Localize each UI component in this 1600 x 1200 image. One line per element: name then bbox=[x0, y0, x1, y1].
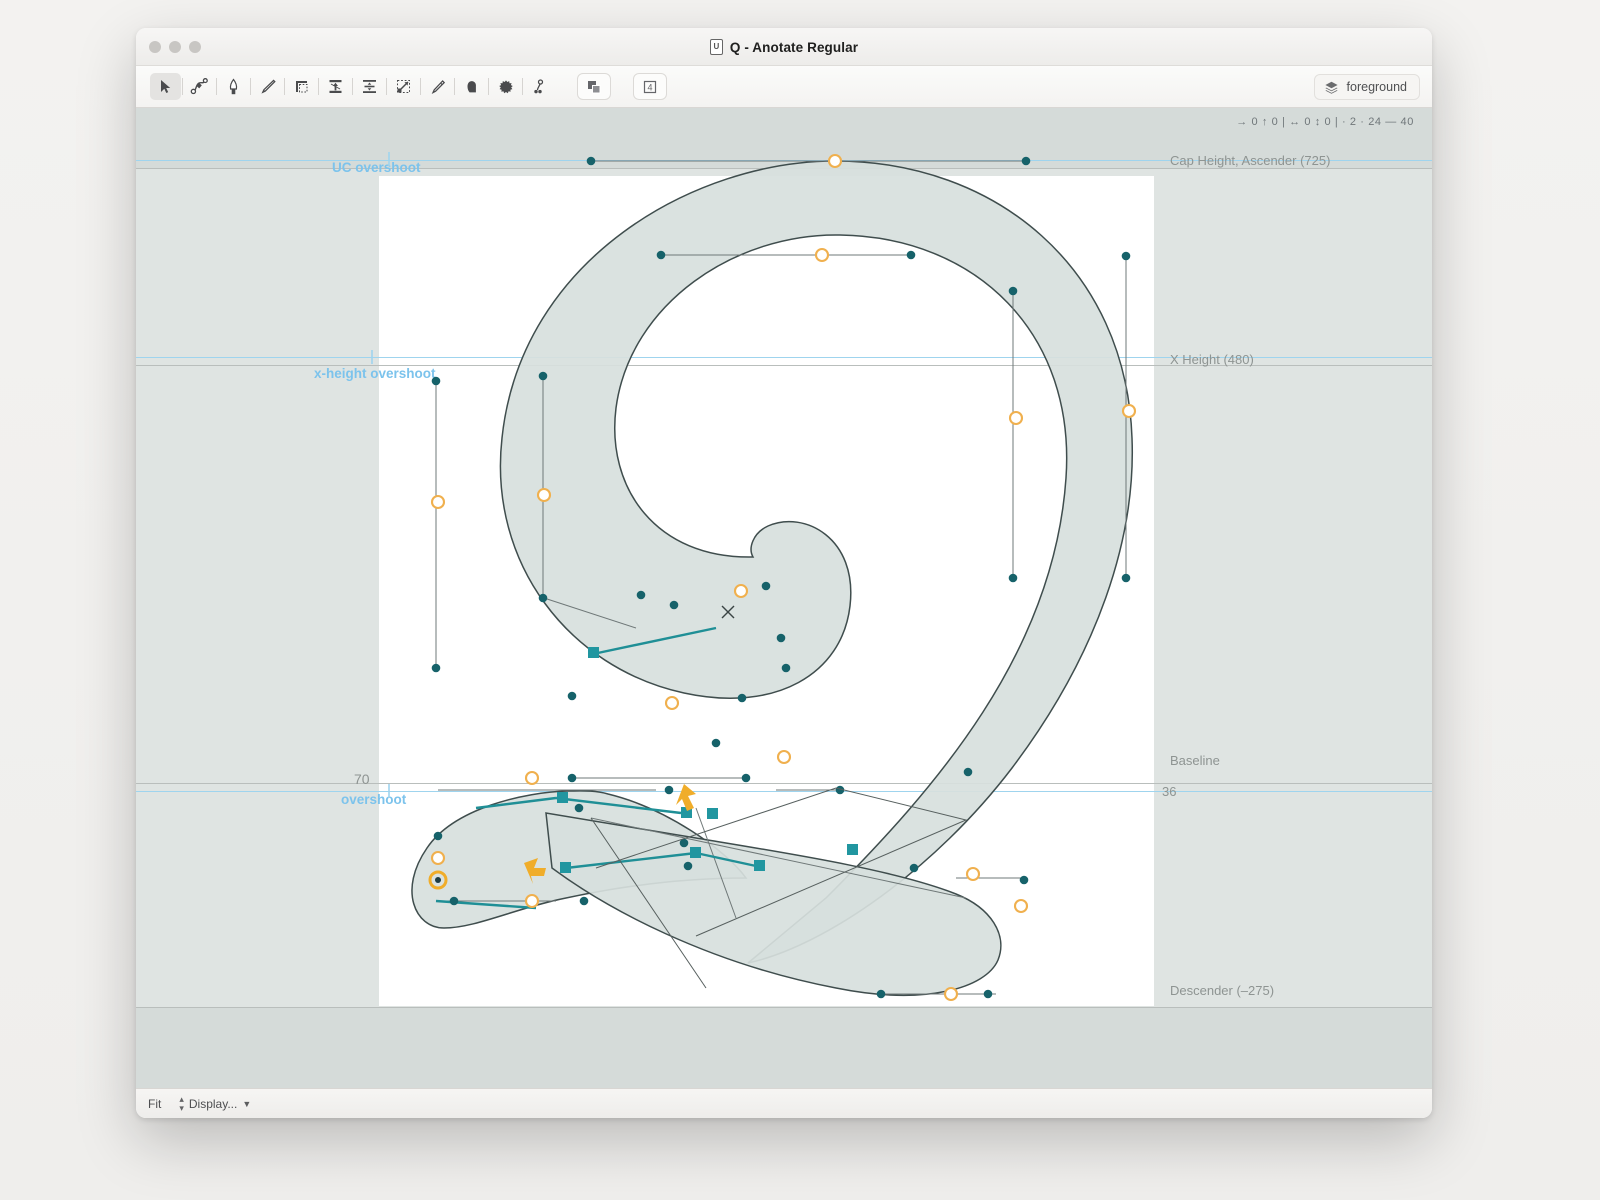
corner-ruler-icon bbox=[293, 78, 310, 95]
toolbar-separator bbox=[522, 78, 523, 95]
toolbar-separator bbox=[284, 78, 285, 95]
window-title-group: U Q - Anotate Regular bbox=[136, 28, 1432, 66]
pencil-tool[interactable] bbox=[252, 73, 283, 100]
knife-icon bbox=[429, 78, 447, 96]
display-options-menu[interactable]: ▴▾ Display... ▼ bbox=[179, 1095, 251, 1113]
distribute-tool[interactable] bbox=[354, 73, 385, 100]
transform-icon bbox=[327, 78, 344, 95]
drag-cursor-upper bbox=[676, 784, 696, 811]
distribute-icon bbox=[361, 78, 378, 95]
document-icon: U bbox=[710, 39, 723, 55]
zoom-level-label[interactable]: Fit bbox=[148, 1097, 161, 1111]
annotate-tool[interactable] bbox=[524, 73, 555, 100]
panel-four-icon: 4 bbox=[642, 79, 658, 95]
canvas-inner: → 0 ↑ 0 | ↔ 0 ↕ 0 | · 2 · 24 — 40 Cap He… bbox=[136, 108, 1432, 1088]
foreground-layer-button[interactable]: foreground bbox=[1314, 74, 1420, 100]
annotate-icon bbox=[531, 78, 548, 96]
shape-tool[interactable] bbox=[456, 73, 487, 100]
foreground-label: foreground bbox=[1347, 80, 1407, 94]
knife-tool[interactable] bbox=[422, 73, 453, 100]
app-window: U Q - Anotate Regular bbox=[136, 28, 1432, 1118]
toolbar-separator bbox=[488, 78, 489, 95]
pen-nib-icon bbox=[225, 78, 242, 96]
toolbar-separator bbox=[386, 78, 387, 95]
stepper-updown-icon: ▴▾ bbox=[179, 1095, 184, 1113]
tool-group bbox=[150, 73, 555, 100]
toolbar-separator bbox=[182, 78, 183, 95]
preview-panel-button[interactable]: 4 bbox=[633, 73, 667, 100]
select-tool[interactable] bbox=[150, 73, 181, 100]
svg-text:4: 4 bbox=[647, 82, 652, 92]
starburst-icon bbox=[497, 78, 515, 96]
measure-corner-tool[interactable] bbox=[286, 73, 317, 100]
toolbar-separator bbox=[352, 78, 353, 95]
toolbar-separator bbox=[250, 78, 251, 95]
toolbar-separator bbox=[454, 78, 455, 95]
overlap-squares-icon bbox=[586, 79, 602, 95]
guideline-ticks bbox=[372, 152, 389, 798]
glyph-outline-overlay bbox=[136, 108, 1432, 1088]
toolbar: 4 foreground bbox=[136, 66, 1432, 108]
toolbar-separator bbox=[318, 78, 319, 95]
pencil-icon bbox=[259, 78, 277, 96]
arrow-pointer-icon bbox=[157, 78, 174, 95]
toolbar-separator bbox=[216, 78, 217, 95]
chevron-down-icon: ▼ bbox=[242, 1099, 251, 1109]
display-label: Display... bbox=[189, 1097, 237, 1111]
transform-tool[interactable] bbox=[320, 73, 351, 100]
layers-icon bbox=[1324, 80, 1339, 95]
toolbar-extras: 4 bbox=[577, 73, 667, 100]
screen: U Q - Anotate Regular bbox=[0, 0, 1600, 1200]
scale-arrow-icon bbox=[395, 78, 412, 95]
scale-tool[interactable] bbox=[388, 73, 419, 100]
nodes-path-icon bbox=[190, 77, 209, 96]
spot-tool[interactable] bbox=[490, 73, 521, 100]
window-title: Q - Anotate Regular bbox=[730, 40, 858, 55]
title-bar: U Q - Anotate Regular bbox=[136, 28, 1432, 66]
glyph-canvas[interactable]: → 0 ↑ 0 | ↔ 0 ↕ 0 | · 2 · 24 — 40 Cap He… bbox=[136, 108, 1432, 1088]
toolbar-separator bbox=[420, 78, 421, 95]
layers-overlap-button[interactable] bbox=[577, 73, 611, 100]
draw-tool[interactable] bbox=[218, 73, 249, 100]
status-bar: Fit ▴▾ Display... ▼ bbox=[136, 1088, 1432, 1118]
pen-path-tool[interactable] bbox=[184, 73, 215, 100]
blob-shape-icon bbox=[463, 78, 481, 96]
